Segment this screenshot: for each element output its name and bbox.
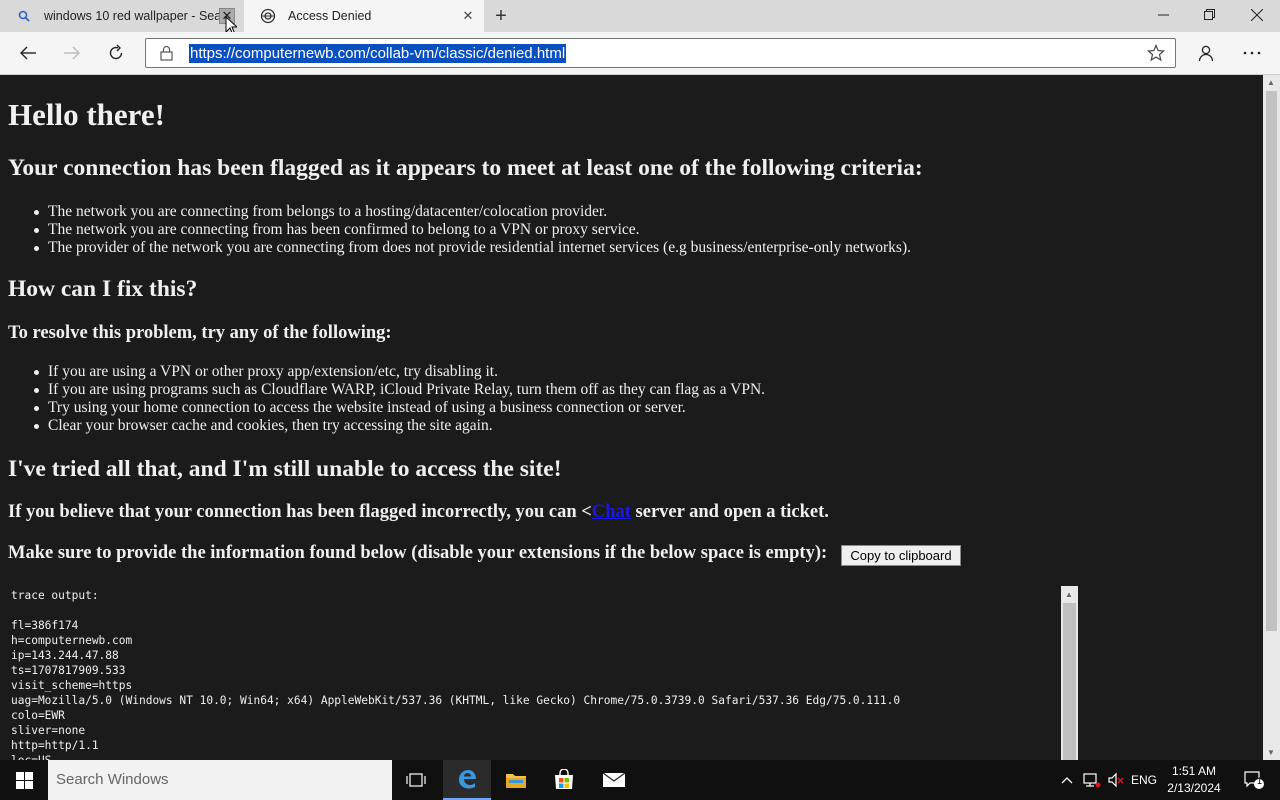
tab-search[interactable]: windows 10 red wallpaper - Sear ✕ bbox=[0, 0, 243, 32]
tab-title: Access Denied bbox=[288, 9, 372, 23]
tab-strip: windows 10 red wallpaper - Sear ✕ Access… bbox=[0, 0, 1280, 32]
restore-button[interactable] bbox=[1187, 0, 1233, 30]
close-icon[interactable]: ✕ bbox=[460, 8, 476, 24]
page-heading: Hello there! bbox=[8, 97, 165, 132]
list-item: Try using your home connection to access… bbox=[33, 399, 765, 417]
profile-icon[interactable] bbox=[1190, 38, 1222, 68]
task-view-icon[interactable] bbox=[392, 760, 440, 800]
address-bar[interactable]: https://computernewb.com/collab-vm/class… bbox=[145, 38, 1176, 68]
resolve-heading: To resolve this problem, try any of the … bbox=[8, 323, 392, 343]
favorite-star-icon[interactable] bbox=[1146, 43, 1166, 67]
search-placeholder: Search Windows bbox=[56, 771, 169, 788]
list-item: If you are using a VPN or other proxy ap… bbox=[33, 363, 765, 381]
file-explorer-icon[interactable] bbox=[492, 760, 540, 800]
notification-center-icon[interactable]: 1 bbox=[1234, 760, 1274, 800]
trace-output-box[interactable]: trace output: fl=386f174 h=computernewb.… bbox=[8, 585, 1079, 760]
volume-muted-icon[interactable] bbox=[1104, 760, 1128, 800]
list-item: The network you are connecting from has … bbox=[34, 221, 911, 239]
copy-to-clipboard-button[interactable]: Copy to clipboard bbox=[841, 545, 961, 566]
new-tab-button[interactable]: + bbox=[489, 4, 513, 28]
edge-browser-icon[interactable] bbox=[443, 760, 491, 800]
list-item: The provider of the network you are conn… bbox=[34, 239, 911, 256]
search-icon bbox=[16, 8, 32, 24]
url-text[interactable]: https://computernewb.com/collab-vm/class… bbox=[189, 44, 567, 63]
ticket-text-end: server and open a ticket. bbox=[630, 502, 829, 522]
language-indicator[interactable]: ENG bbox=[1128, 760, 1160, 800]
lock-icon bbox=[160, 45, 173, 66]
trace-scrollbar[interactable]: ▲ bbox=[1061, 586, 1078, 760]
scrollbar-thumb[interactable] bbox=[1063, 603, 1076, 760]
provide-info-heading: Make sure to provide the information fou… bbox=[8, 543, 828, 563]
close-window-button[interactable] bbox=[1234, 0, 1280, 30]
refresh-button[interactable] bbox=[100, 38, 132, 68]
flagged-heading: Your connection has been flagged as it a… bbox=[8, 155, 923, 181]
more-options-icon[interactable] bbox=[1236, 38, 1268, 68]
store-icon[interactable] bbox=[540, 760, 588, 800]
windows-logo-icon bbox=[15, 771, 33, 789]
tab-access-denied[interactable]: Access Denied ✕ bbox=[244, 0, 484, 32]
clock[interactable]: 1:51 AM 2/13/2024 bbox=[1160, 763, 1228, 797]
list-item: If you are using programs such as Cloudf… bbox=[33, 381, 766, 398]
ticket-heading: If you believe that your connection has … bbox=[8, 502, 829, 523]
show-hidden-icons-icon[interactable] bbox=[1056, 760, 1078, 800]
start-button[interactable] bbox=[0, 760, 48, 800]
notification-count: 1 bbox=[1257, 776, 1263, 786]
network-icon[interactable] bbox=[1080, 760, 1104, 800]
chat-link[interactable]: Chat bbox=[592, 502, 631, 522]
taskbar: Search Windows ENG 1:51 AM 2/13/2024 1 bbox=[0, 760, 1280, 800]
list-item: Clear your browser cache and cookies, th… bbox=[33, 417, 765, 435]
fix-heading: How can I fix this? bbox=[8, 276, 198, 302]
scroll-up-icon[interactable]: ▲ bbox=[1267, 78, 1275, 87]
trace-output-text: trace output: fl=386f174 h=computernewb.… bbox=[11, 589, 901, 760]
still-unable-heading: I've tried all that, and I'm still unabl… bbox=[8, 456, 562, 482]
criteria-list: The network you are connecting from belo… bbox=[34, 203, 911, 257]
clock-time: 1:51 AM bbox=[1171, 764, 1217, 778]
taskbar-search-box[interactable]: Search Windows bbox=[48, 760, 392, 800]
minimize-button[interactable] bbox=[1141, 0, 1187, 30]
page-content: Hello there! Your connection has been fl… bbox=[0, 75, 1263, 760]
browser-toolbar: https://computernewb.com/collab-vm/class… bbox=[0, 32, 1280, 75]
clock-date: 2/13/2024 bbox=[1167, 781, 1221, 795]
list-item: The network you are connecting from belo… bbox=[34, 203, 911, 221]
scrollbar-thumb[interactable] bbox=[1266, 91, 1277, 631]
forward-button[interactable] bbox=[56, 38, 88, 68]
page-scrollbar[interactable]: ▲ ▼ bbox=[1263, 75, 1280, 760]
scroll-up-icon[interactable]: ▲ bbox=[1065, 590, 1073, 599]
mail-icon[interactable] bbox=[590, 760, 638, 800]
fix-list: If you are using a VPN or other proxy ap… bbox=[33, 363, 766, 435]
ticket-text: If you believe that your connection has … bbox=[8, 502, 592, 522]
tab-title: windows 10 red wallpaper - Sear bbox=[44, 9, 219, 23]
site-favicon-icon bbox=[260, 8, 276, 24]
scroll-down-icon[interactable]: ▼ bbox=[1267, 748, 1275, 757]
back-button[interactable] bbox=[12, 38, 44, 68]
